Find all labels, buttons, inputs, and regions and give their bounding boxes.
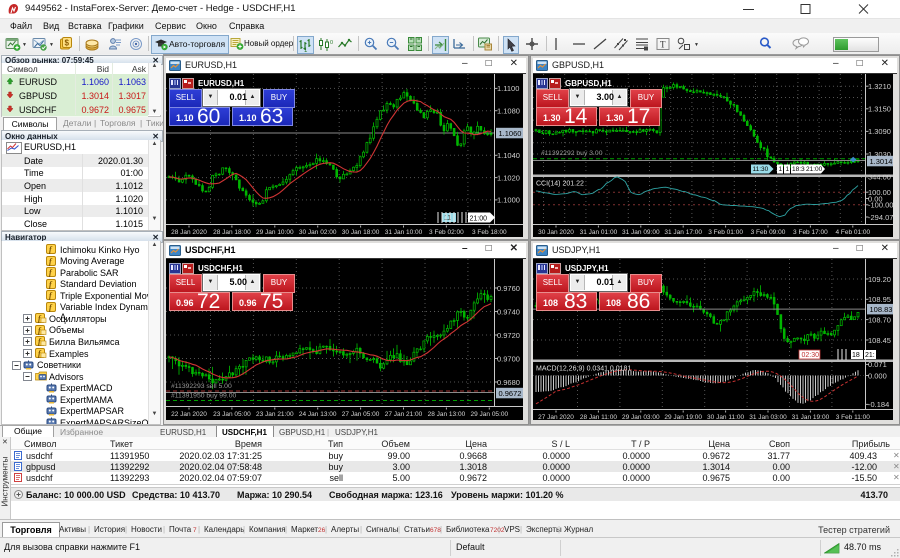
svg-text:27 Jan 2020: 27 Jan 2020 [538,414,574,420]
svg-text:1.1020: 1.1020 [497,173,520,182]
svg-text:0.9740: 0.9740 [497,307,520,316]
svg-text:18: 18 [852,352,860,359]
svg-text:-0.184: -0.184 [868,400,889,409]
svg-text:#11391950 buy 99.00: #11391950 buy 99.00 [171,393,236,400]
svg-text:1: 1 [304,48,308,53]
svg-text:-294.07: -294.07 [868,213,893,222]
svg-text:21:00: 21:00 [470,216,488,223]
svg-text:1.1080: 1.1080 [497,107,520,116]
svg-text:0.9672: 0.9672 [499,389,522,398]
svg-text:1: 1 [779,166,783,173]
svg-text:CCI(14) 201.22: CCI(14) 201.22 [536,181,584,188]
svg-text:1.1000: 1.1000 [497,196,520,205]
svg-text:4 Feb 01:00: 4 Feb 01:00 [835,229,870,236]
svg-text:30 Jan 02:00: 30 Jan 02:00 [299,229,337,236]
svg-text:#11392293 sell 5.00: #11392293 sell 5.00 [171,383,232,390]
svg-text:T: T [660,39,666,49]
svg-text:29 Jan 19:00: 29 Jan 19:00 [664,414,702,420]
svg-text:108.45: 108.45 [868,336,891,345]
svg-text:109.20: 109.20 [868,275,891,284]
svg-text:31 Jan 01:00: 31 Jan 01:00 [580,229,618,236]
svg-text:31 Jan 17:00: 31 Jan 17:00 [664,229,702,236]
svg-text:$: $ [65,38,70,47]
svg-text:344.00: 344.00 [868,173,891,182]
svg-text:#11392292 buy 3.00: #11392292 buy 3.00 [541,150,603,157]
svg-text:31 Jan 19:00: 31 Jan 19:00 [792,414,830,420]
svg-text:1.3150: 1.3150 [868,105,891,114]
svg-text:3 Feb 01:00: 3 Feb 01:00 [708,229,743,236]
svg-text:3 Feb 17:00: 3 Feb 17:00 [793,229,828,236]
svg-text:1.3090: 1.3090 [868,127,891,136]
svg-text:108.83: 108.83 [870,305,893,314]
svg-text:30 Jan 18:00: 30 Jan 18:00 [342,229,380,236]
svg-text:24 Jan 13:00: 24 Jan 13:00 [299,411,337,418]
svg-text:30 Jan 2020: 30 Jan 2020 [538,229,574,236]
svg-text:1.1060: 1.1060 [499,129,522,138]
svg-text:0.000: 0.000 [868,371,887,380]
svg-text:28 Jan 18:00: 28 Jan 18:00 [213,229,251,236]
svg-text:28 Jan 13:00: 28 Jan 13:00 [428,411,466,418]
svg-text:22 Jan 2020: 22 Jan 2020 [171,411,207,418]
svg-text:3 Feb 09:00: 3 Feb 09:00 [751,229,786,236]
svg-text:31 Jan 10:00: 31 Jan 10:00 [385,229,423,236]
svg-text:28 Jan 11:00: 28 Jan 11:00 [580,414,617,420]
svg-text:29 Jan 03:00: 29 Jan 03:00 [622,414,660,420]
svg-text:108.95: 108.95 [868,295,891,304]
svg-text:0.9680: 0.9680 [497,378,520,387]
svg-text:-100.00: -100.00 [868,201,893,210]
svg-text:31 Jan 03:00: 31 Jan 03:00 [749,414,787,420]
svg-text:23 Jan 05:00: 23 Jan 05:00 [213,411,251,418]
svg-text:1.1040: 1.1040 [497,151,520,160]
svg-text:0.9720: 0.9720 [497,331,520,340]
svg-text:1.3210: 1.3210 [868,82,891,91]
svg-text:30 Jan 11:00: 30 Jan 11:00 [707,414,744,420]
svg-text:29 Jan 10:00: 29 Jan 10:00 [256,229,294,236]
svg-text:21:: 21: [865,352,875,359]
svg-text:11:30: 11:30 [753,166,769,173]
svg-text:0.9760: 0.9760 [497,284,520,293]
svg-text:108.70: 108.70 [868,315,891,324]
svg-text:1.3014: 1.3014 [870,157,893,166]
svg-text:0: 0 [330,40,333,46]
svg-text:27 Jan 21:00: 27 Jan 21:00 [385,411,423,418]
svg-text:29 Jan 05:00: 29 Jan 05:00 [471,411,509,418]
svg-text:1.1100: 1.1100 [497,84,519,93]
svg-text:3 Feb 18:00: 3 Feb 18:00 [472,229,507,236]
svg-text:21:00: 21:00 [806,166,823,173]
svg-text:27 Jan 05:00: 27 Jan 05:00 [342,411,380,418]
svg-text:28 Jan 2020: 28 Jan 2020 [171,229,207,236]
svg-text:3 Feb 02:00: 3 Feb 02:00 [429,229,464,236]
svg-text:3 Feb 11:00: 3 Feb 11:00 [836,414,871,420]
svg-text:31 Jan 09:00: 31 Jan 09:00 [622,229,660,236]
svg-text:MACD(12,26,9) 0.0341 0.0181: MACD(12,26,9) 0.0341 0.0181 [536,366,631,373]
svg-text:1: 1 [786,166,790,173]
svg-text:0.071: 0.071 [868,360,887,369]
svg-text:0.9700: 0.9700 [497,354,520,363]
svg-text:02:30: 02:30 [802,352,820,359]
svg-text:23 Jan 21:00: 23 Jan 21:00 [256,411,294,418]
